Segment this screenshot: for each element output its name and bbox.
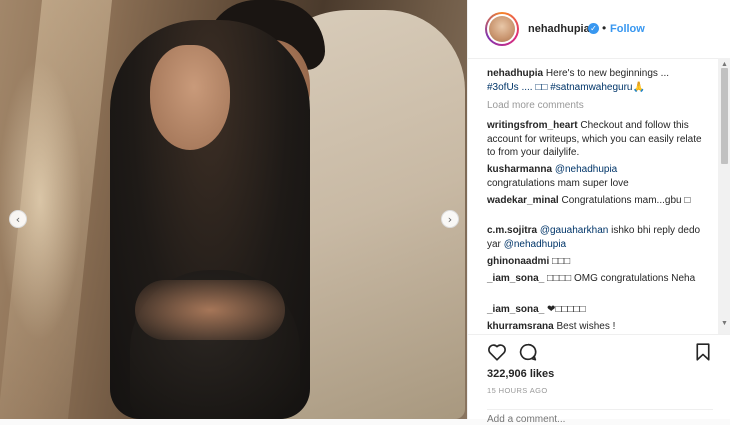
list-item: ghinonaadmi □□□ — [487, 255, 709, 269]
comments-scrollbar[interactable]: ▲ ▼ — [718, 58, 730, 334]
instagram-post-modal: ‹ › nehadhupia ✓ • Follow nehadhupia Her… — [0, 0, 730, 425]
comment-username[interactable]: wadekar_minal — [487, 195, 559, 206]
list-item: wadekar_minal Congratulations mam...gbu … — [487, 194, 709, 208]
comment-username[interactable]: writingsfrom_heart — [487, 120, 578, 131]
comment-username[interactable]: khurramsrana — [487, 321, 554, 332]
chevron-right-icon: › — [447, 212, 453, 226]
comment-username[interactable]: _iam_sona_ — [487, 304, 544, 315]
avatar-image — [489, 16, 515, 42]
post-timestamp[interactable]: 15 HOURS AGO — [487, 386, 548, 395]
avatar[interactable] — [485, 12, 519, 46]
comment-text: □□□□ OMG congratulations Neha — [547, 273, 696, 284]
list-item: writingsfrom_heart Checkout and follow t… — [487, 119, 709, 160]
list-item: khurramsrana Best wishes ! — [487, 320, 709, 334]
comment-text: congratulations mam super love — [487, 177, 629, 189]
post-photo[interactable] — [0, 0, 467, 419]
post-sidebar: nehadhupia ✓ • Follow nehadhupia Here's … — [467, 0, 730, 425]
follow-button[interactable]: Follow — [610, 23, 645, 35]
comment-mention[interactable]: @nehadhupia — [504, 239, 566, 250]
caption: nehadhupia Here's to new beginnings ... … — [487, 67, 709, 94]
comment-mention[interactable]: @nehadhupia — [555, 164, 617, 175]
comment-text: ❤□□□□□ — [547, 304, 586, 315]
heart-icon[interactable] — [487, 343, 507, 361]
comment-icon[interactable] — [518, 343, 538, 361]
separator-dot: • — [602, 21, 607, 35]
carousel-next-button[interactable]: › — [441, 210, 459, 228]
post-header: nehadhupia ✓ • Follow — [468, 0, 730, 59]
caption-hashtags[interactable]: #3ofUs .... □□ #satnamwaheguru🙏 — [487, 82, 645, 93]
list-item: _iam_sona_ ❤□□□□□ — [487, 303, 709, 317]
comment-username[interactable]: c.m.sojitra — [487, 225, 537, 236]
carousel-prev-button[interactable]: ‹ — [9, 210, 27, 228]
likes-count[interactable]: 322,906 likes — [487, 368, 554, 380]
verified-badge-icon: ✓ — [588, 23, 599, 34]
comment-username[interactable]: ghinonaadmi — [487, 256, 549, 267]
hands — [135, 280, 285, 340]
scroll-down-arrow-icon[interactable]: ▼ — [721, 320, 728, 327]
add-comment-input[interactable] — [487, 414, 687, 425]
comment-text: Congratulations mam...gbu □ — [561, 195, 691, 206]
header-username[interactable]: nehadhupia — [528, 23, 590, 35]
scrollbar-thumb[interactable] — [721, 68, 728, 164]
comment-username[interactable]: kusharmanna — [487, 164, 552, 175]
comment-mention[interactable]: @gauaharkhan — [540, 225, 609, 236]
divider — [487, 409, 713, 410]
comment-text: □□□ — [552, 256, 571, 267]
post-actions: 322,906 likes 15 HOURS AGO — [468, 334, 730, 425]
woman-face — [150, 45, 230, 150]
load-more-comments-button[interactable]: Load more comments — [487, 100, 584, 111]
caption-username[interactable]: nehadhupia — [487, 68, 543, 79]
caption-text: Here's to new beginnings ... — [545, 68, 669, 79]
comment-username[interactable]: _iam_sona_ — [487, 273, 544, 284]
comments-list: nehadhupia Here's to new beginnings ... … — [468, 58, 718, 334]
comment-text: Best wishes ! — [556, 321, 616, 332]
scroll-up-arrow-icon[interactable]: ▲ — [721, 61, 728, 68]
chevron-left-icon: ‹ — [15, 212, 21, 226]
list-item: _iam_sona_ □□□□ OMG congratulations Neha — [487, 272, 709, 286]
list-item: c.m.sojitra @gauaharkhan ishko bhi reply… — [487, 224, 709, 251]
bookmark-icon[interactable] — [695, 343, 711, 361]
list-item: kusharmanna @nehadhupia congratulations … — [487, 163, 709, 190]
